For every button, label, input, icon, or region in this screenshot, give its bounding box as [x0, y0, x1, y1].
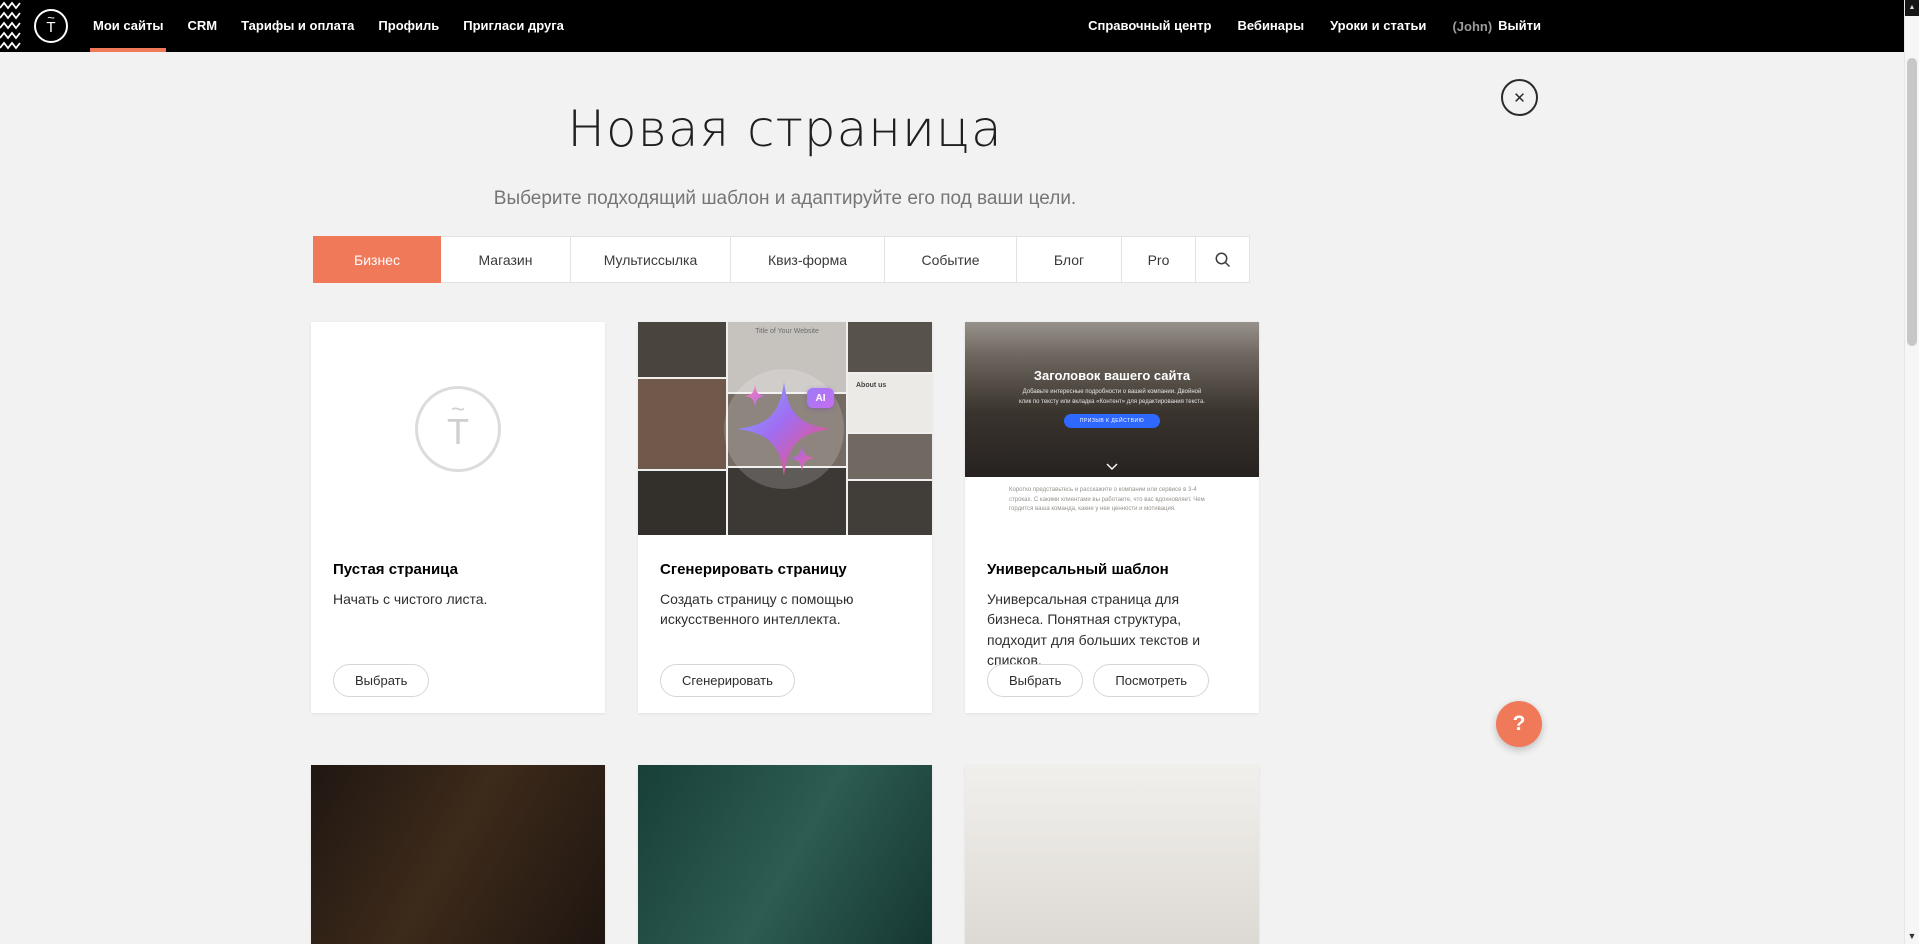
ai-sparkle-icon — [638, 322, 932, 535]
template-preview-light — [965, 765, 1259, 944]
card-blank-page: ~ T Пустая страница Начать с чистого лис… — [311, 322, 605, 713]
card-ai-generate: Title of Your Website About us — [638, 322, 932, 713]
scrollbar-up-arrow[interactable]: ▲ — [1905, 0, 1919, 16]
universal-template-preview: Заголовок вашего сайта Добавьте интересн… — [965, 322, 1259, 535]
template-body-text: Коротко представьтесь и расскажите о ком… — [1009, 486, 1215, 515]
ai-generate-preview: Title of Your Website About us — [638, 322, 932, 535]
blank-page-preview: ~ T — [311, 322, 605, 535]
template-text-section: Коротко представьтесь и расскажите о ком… — [965, 486, 1259, 535]
search-icon — [1214, 251, 1232, 269]
help-button[interactable]: ? — [1496, 701, 1542, 747]
card-description: Универсальная страница для бизнеса. Поня… — [987, 589, 1237, 670]
nav-help-center[interactable]: Справочный центр — [1088, 0, 1211, 52]
card-description: Начать с чистого листа. — [333, 589, 583, 609]
generate-button[interactable]: Сгенерировать — [660, 664, 795, 697]
template-cta-button: Призыв к действию — [1064, 414, 1160, 428]
nav-user-block: (John) Выйти — [1452, 0, 1541, 52]
card-title: Сгенерировать страницу — [660, 561, 910, 578]
nav-left-menu: Мои сайты CRM Тарифы и оплата Профиль Пр… — [93, 0, 564, 52]
template-cover-section: Заголовок вашего сайта Добавьте интересн… — [965, 322, 1259, 477]
tab-blog[interactable]: Блог — [1016, 236, 1122, 283]
watermark-letter: T — [447, 415, 469, 449]
tab-quiz-form[interactable]: Квиз-форма — [730, 236, 885, 283]
scrollbar: ▲ ▼ — [1904, 0, 1919, 944]
template-grid-row-2 — [311, 765, 1259, 944]
card-actions: Выбрать — [333, 664, 429, 697]
card-universal-template: Заголовок вашего сайта Добавьте интересн… — [965, 322, 1259, 713]
universal-template-info: Универсальный шаблон Универсальная стран… — [965, 535, 1259, 713]
template-preview-teal — [638, 765, 932, 944]
template-card-partial-3[interactable] — [965, 765, 1259, 944]
ai-generate-info: Сгенерировать страницу Создать страницу … — [638, 535, 932, 713]
question-icon: ? — [1513, 712, 1526, 736]
card-title: Пустая страница — [333, 561, 583, 578]
template-category-tabs: Бизнес Магазин Мультиссылка Квиз-форма С… — [313, 236, 1257, 283]
select-blank-button[interactable]: Выбрать — [333, 664, 429, 697]
scrollbar-down-arrow[interactable]: ▼ — [1905, 929, 1919, 943]
nav-logout[interactable]: Выйти — [1498, 0, 1541, 52]
template-grid-row-1: ~ T Пустая страница Начать с чистого лис… — [311, 322, 1259, 713]
blank-page-info: Пустая страница Начать с чистого листа. … — [311, 535, 605, 713]
card-actions: Сгенерировать — [660, 664, 795, 697]
tab-store[interactable]: Магазин — [440, 236, 571, 283]
template-card-partial-1[interactable] — [311, 765, 605, 944]
chevron-down-icon — [1106, 463, 1118, 470]
nav-crm[interactable]: CRM — [187, 0, 217, 52]
nav-right-menu: Справочный центр Вебинары Уроки и статьи… — [1088, 0, 1541, 52]
zigzag-decoration — [0, 0, 24, 52]
page-title: Новая страница — [0, 100, 1570, 158]
card-actions: Выбрать Посмотреть — [987, 664, 1209, 697]
nav-my-sites[interactable]: Мои сайты — [93, 0, 163, 52]
nav-lessons[interactable]: Уроки и статьи — [1330, 0, 1426, 52]
template-subtext: Добавьте интересные подробности о вашей … — [1019, 388, 1205, 407]
ai-badge: AI — [807, 388, 834, 408]
nav-invite-friend[interactable]: Пригласи друга — [463, 0, 564, 52]
nav-username: (John) — [1452, 19, 1492, 34]
select-universal-button[interactable]: Выбрать — [987, 664, 1083, 697]
template-heading: Заголовок вашего сайта — [965, 368, 1259, 383]
tab-business[interactable]: Бизнес — [313, 236, 441, 283]
tilda-logo[interactable]: ~ T — [34, 9, 68, 43]
nav-webinars[interactable]: Вебинары — [1237, 0, 1304, 52]
page-subtitle: Выберите подходящий шаблон и адаптируйте… — [0, 188, 1570, 210]
tilda-watermark-logo: ~ T — [415, 386, 501, 472]
nav-pricing[interactable]: Тарифы и оплата — [241, 0, 354, 52]
nav-profile[interactable]: Профиль — [378, 0, 439, 52]
tab-pro[interactable]: Pro — [1121, 236, 1196, 283]
tab-search[interactable] — [1195, 236, 1250, 283]
card-description: Создать страницу с помощью искусственног… — [660, 589, 910, 630]
card-title: Универсальный шаблон — [987, 561, 1237, 578]
top-navbar: ~ T Мои сайты CRM Тарифы и оплата Профил… — [0, 0, 1904, 52]
app-screen: ~ T Мои сайты CRM Тарифы и оплата Профил… — [0, 0, 1919, 944]
logo-letter: T — [46, 21, 55, 35]
scrollbar-thumb[interactable] — [1907, 58, 1917, 346]
template-card-partial-2[interactable] — [638, 765, 932, 944]
tab-event[interactable]: Событие — [884, 236, 1017, 283]
template-preview-dark — [311, 765, 605, 944]
preview-universal-button[interactable]: Посмотреть — [1093, 664, 1209, 697]
tab-multilink[interactable]: Мультиссылка — [570, 236, 731, 283]
